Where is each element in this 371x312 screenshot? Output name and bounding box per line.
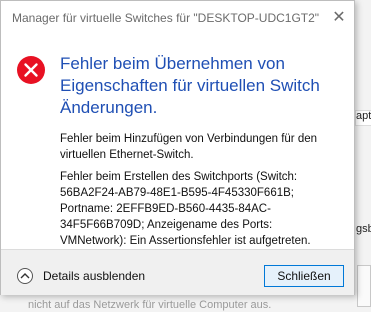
- dialog-body: Fehler beim Übernehmen von Eigenschaften…: [1, 35, 354, 263]
- details-toggle[interactable]: Details ausblenden: [17, 266, 145, 286]
- background-scrollbar[interactable]: [357, 265, 371, 307]
- details-toggle-label[interactable]: Details ausblenden: [43, 269, 145, 283]
- chevron-up-icon[interactable]: [17, 268, 33, 284]
- background-text-fragment: apt: [356, 110, 371, 122]
- dialog-title: Manager für virtuelle Switches für "DESK…: [12, 11, 320, 25]
- close-icon[interactable]: ✕: [330, 9, 348, 27]
- background-description: nicht auf das Netzwerk für virtuelle Com…: [28, 299, 272, 311]
- close-button[interactable]: Schließen: [264, 265, 344, 287]
- dialog-footer: Details ausblenden Schließen: [1, 249, 354, 295]
- dialog-titlebar: Manager für virtuelle Switches für "DESK…: [1, 1, 354, 35]
- error-message-1: Fehler beim Hinzufügen von Verbindungen …: [60, 133, 318, 161]
- error-icon: [16, 55, 46, 85]
- error-headline: Fehler beim Übernehmen von Eigenschaften…: [60, 54, 320, 117]
- error-dialog: Manager für virtuelle Switches für "DESK…: [0, 0, 355, 295]
- background-text-fragment: gsb: [356, 223, 371, 235]
